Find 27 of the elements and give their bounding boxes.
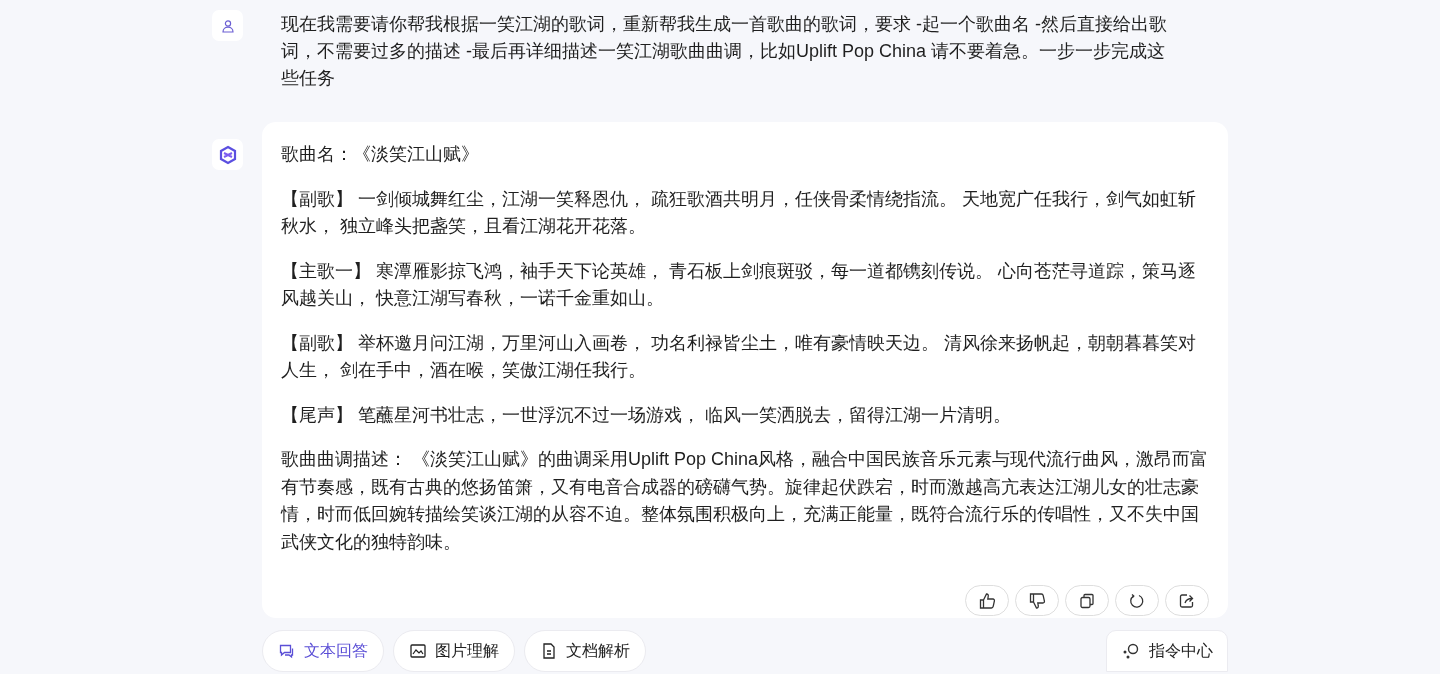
regenerate-button[interactable] bbox=[1115, 585, 1159, 616]
thumbs-down-icon bbox=[1028, 591, 1046, 610]
answer-paragraph: 歌曲曲调描述： 《淡笑江山赋》的曲调采用Uplift Pop China风格，融合中国民族音乐元素与现代流行曲风，激昂而富有节奏感，既有古典的悠扬笛箫，又有电音合成器的磅礴气势。旋律起伏跌宕，时而激越高亢表达江湖儿女的壮志豪情，时而低回婉转描绘笑谈江湖的从容不迫。整体氛围积极向上，充满正能量，既符合流行乐的传唱性，又不失中国武侠文化的独特韵味。 bbox=[281, 448, 1209, 554]
assistant-logo-icon bbox=[212, 139, 243, 170]
command-dots-icon bbox=[1121, 642, 1141, 660]
answer-paragraph: 歌曲名：《淡笑江山赋》 bbox=[281, 143, 480, 166]
tool-tab[interactable]: 文档解析 bbox=[524, 630, 646, 672]
chat-bubbles-icon bbox=[278, 642, 296, 660]
document-icon bbox=[540, 642, 558, 660]
answer-paragraph: 【主歌一】 寒潭雁影掠飞鸿，袖手天下论英雄， 青石板上剑痕斑驳，每一道都镌刻传说。 心向苍茫寻道踪，策马逐风越关山， 快意江湖写春秋，一诺千金重如山。 bbox=[281, 259, 1197, 310]
thumbs-up-icon bbox=[978, 591, 996, 610]
share-icon bbox=[1178, 591, 1196, 610]
answer-paragraph: 【副歌】 举杯邀月问江湖，万里河山入画卷， 功名利禄皆尘土，唯有豪情映天边。 清风徐来扬帆起，朝朝暮暮笑对人生， 剑在手中，酒在喉，笑傲江湖任我行。 bbox=[281, 331, 1197, 382]
user-avatar-icon bbox=[212, 10, 243, 41]
like-button[interactable] bbox=[965, 585, 1009, 616]
command-center-button[interactable]: 指令中心 bbox=[1106, 630, 1228, 672]
refresh-icon bbox=[1128, 591, 1146, 610]
share-button[interactable] bbox=[1165, 585, 1209, 616]
dislike-button[interactable] bbox=[1015, 585, 1059, 616]
user-message: 现在我需要请你帮我根据一笑江湖的歌词，重新帮我生成一首歌曲的歌词，要求 -起一个歌曲名 -然后直接给出歌词，不需要过多的描述 -最后再详细描述一笑江湖歌曲曲调，比如Uplift Pop China 请不要着急。一步一步完成这些任务 bbox=[281, 13, 1168, 90]
answer-paragraph: 【副歌】 一剑倾城舞红尘，江湖一笑释恩仇， 疏狂歌酒共明月，任侠骨柔情绕指流。 天地宽广任我行，剑气如虹斩秋水， 独立峰头把盏笑，且看江湖花开花落。 bbox=[281, 187, 1197, 238]
image-icon bbox=[409, 642, 427, 660]
tool-tab[interactable]: 图片理解 bbox=[393, 630, 515, 672]
tool-tab[interactable]: 文本回答 bbox=[262, 630, 384, 672]
answer-paragraph: 【尾声】 笔蘸星河书壮志，一世浮沉不过一场游戏， 临风一笑洒脱去，留得江湖一片清明。 bbox=[281, 403, 1012, 427]
copy-button[interactable] bbox=[1065, 585, 1109, 616]
copy-icon bbox=[1078, 591, 1096, 610]
